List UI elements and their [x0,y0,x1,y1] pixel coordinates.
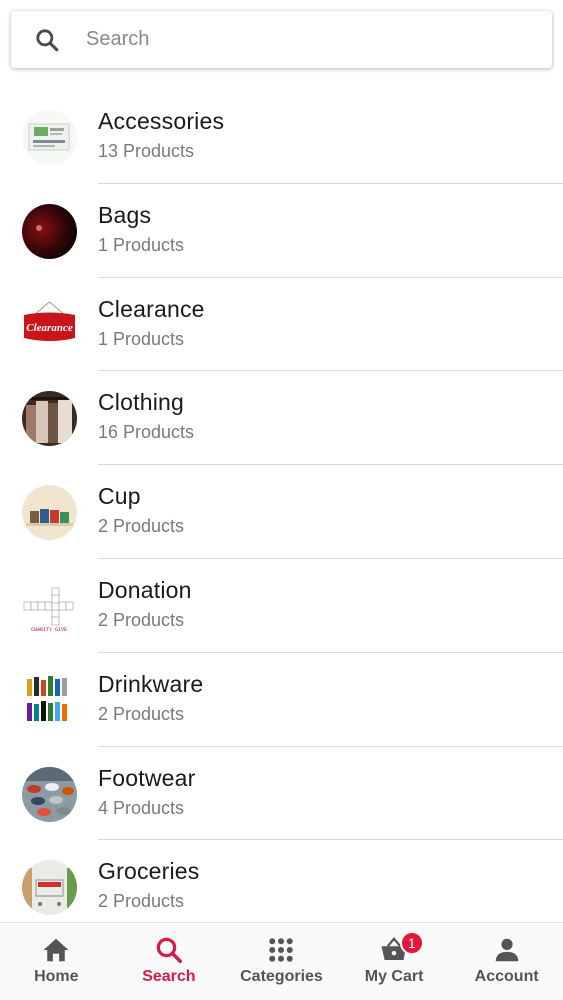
nav-account-label: Account [474,968,539,985]
category-name: Accessories [98,108,225,134]
category-name: Cup [98,483,141,510]
category-count: 4 Products [98,797,185,818]
category-name: Groceries [98,858,200,885]
groceries-thumbnail [22,860,77,916]
nav-search-label: Search [142,968,196,985]
category-name: Clothing [98,389,184,416]
cup-thumbnail [22,485,77,541]
category-name: Bags [98,201,152,228]
accessories-thumbnail [22,110,77,165]
category-count: 1 Products [98,234,185,255]
donation-tile-text: CHARITY GIVE [31,627,67,633]
category-count: 2 Products [98,516,185,537]
category-item-cup[interactable]: Cup 2 Products [0,465,563,559]
drinkware-thumbnail [22,672,77,728]
search-icon [156,937,182,963]
clothing-thumbnail [22,391,77,447]
nav-search[interactable]: Search [113,923,226,1000]
grid-icon [269,938,294,962]
donation-thumbnail: CHARITY GIVE [22,578,77,634]
search-icon [36,28,59,51]
bottom-navigation: Home Search Categories 1 My Cart Account [0,922,563,1000]
person-icon [495,938,518,962]
search-bar[interactable] [11,11,552,68]
bags-thumbnail [22,203,77,259]
category-count: 2 Products [98,891,185,912]
category-item-bags[interactable]: Bags 1 Products [0,184,563,278]
category-item-drinkware[interactable]: Drinkware 2 Products [0,653,563,747]
category-item-donation[interactable]: CHARITY GIVE Donation 2 Products [0,559,563,653]
search-input[interactable] [86,28,486,51]
nav-my-cart[interactable]: 1 My Cart [338,923,451,1000]
category-count: 2 Products [98,609,185,630]
clearance-sign-text: Clearance [26,322,73,334]
nav-my-cart-label: My Cart [364,968,424,985]
nav-account[interactable]: Account [450,923,563,1000]
category-item-accessories[interactable]: Accessories 13 Products [0,90,563,184]
category-list: Accessories 13 Products Bags 1 Products [0,90,563,934]
category-item-groceries[interactable]: Groceries 2 Products [0,840,563,934]
category-item-clothing[interactable]: Clothing 16 Products [0,371,563,466]
clearance-thumbnail: Clearance [22,298,77,353]
cart-count-badge: 1 [399,931,424,955]
category-item-footwear[interactable]: Footwear 4 Products [0,747,563,841]
category-count: 2 Products [98,703,185,724]
footwear-thumbnail [22,766,77,822]
home-icon [43,938,69,962]
nav-categories-label: Categories [240,968,323,985]
category-count: 16 Products [98,422,195,443]
category-name: Donation [98,576,192,603]
category-count: 13 Products [98,141,195,161]
nav-categories[interactable]: Categories [225,923,338,1000]
category-name: Clearance [98,295,205,322]
category-count: 1 Products [98,328,185,349]
category-name: Drinkware [98,670,204,697]
nav-home[interactable]: Home [0,923,113,1000]
category-item-clearance[interactable]: Clearance Clearance 1 Products [0,278,563,372]
nav-home-label: Home [34,968,79,985]
category-name: Footwear [98,764,196,791]
